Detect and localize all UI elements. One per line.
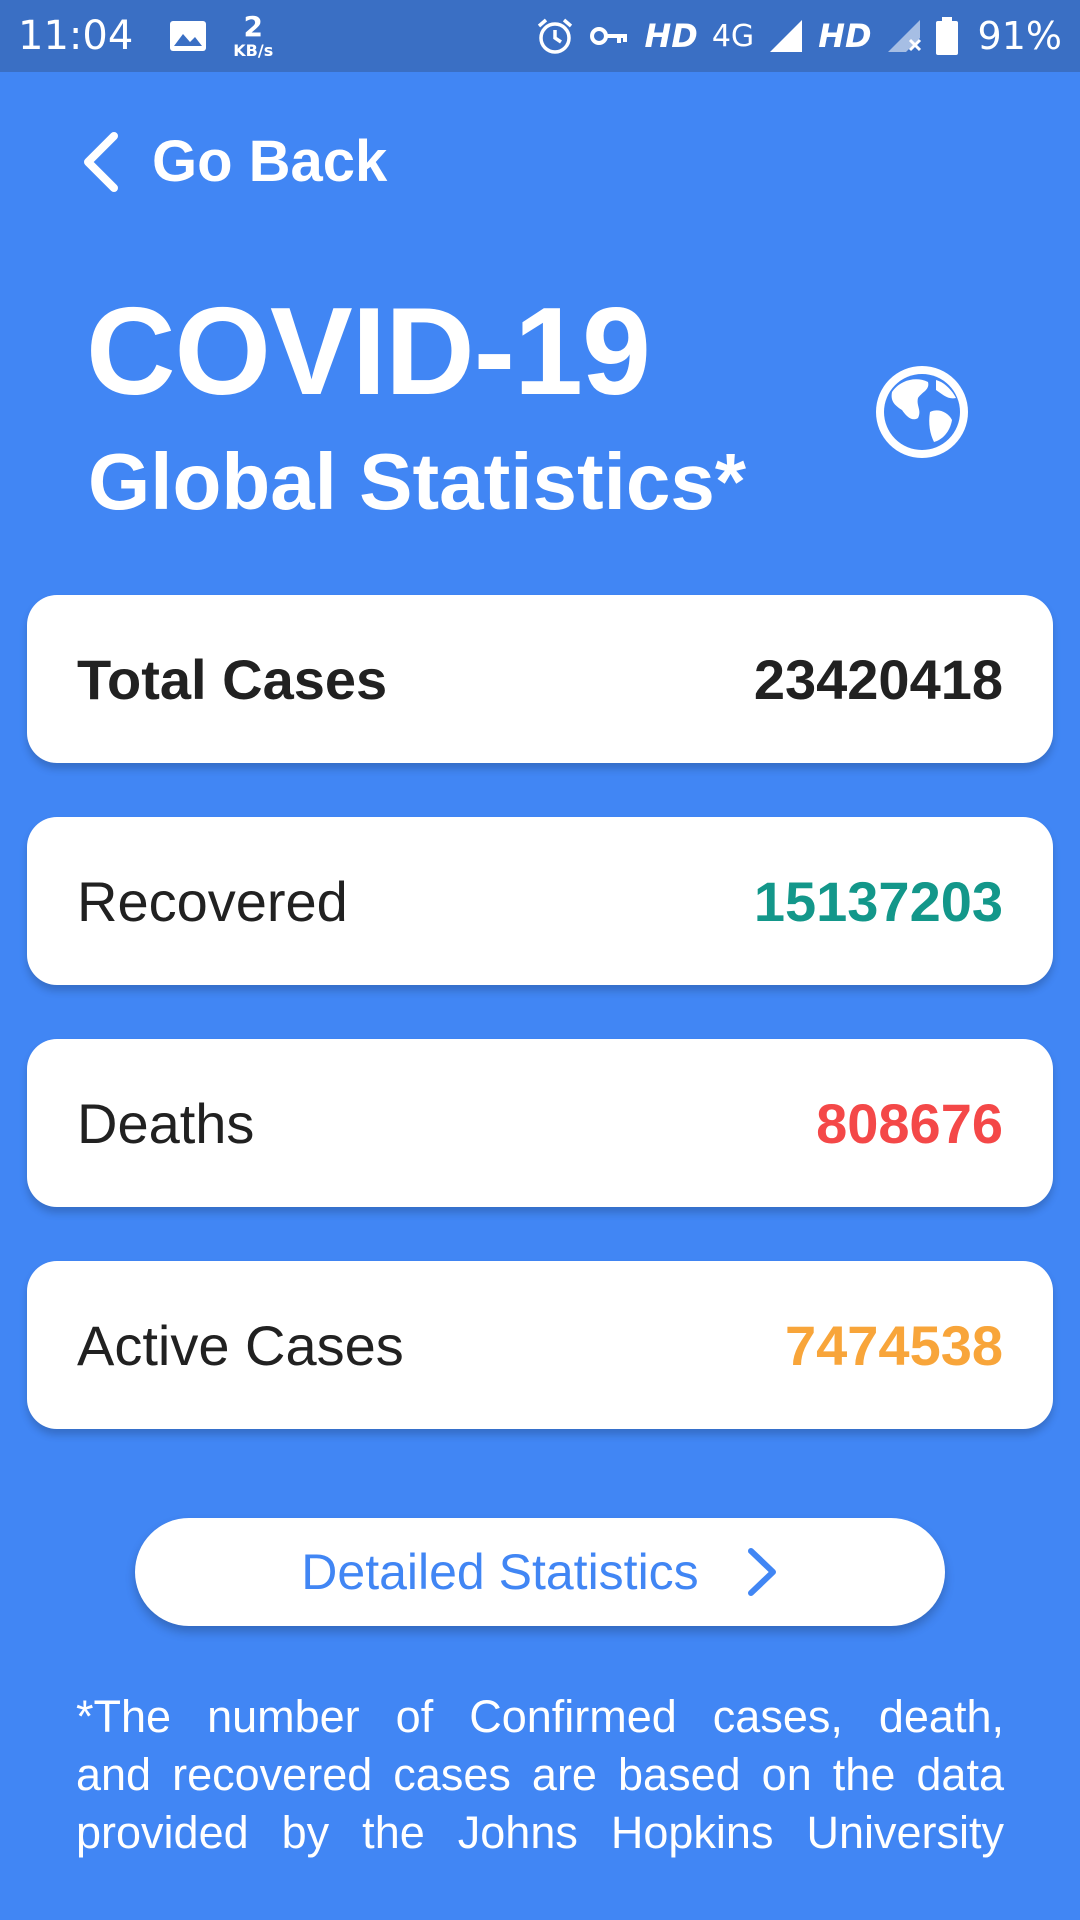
hd-indicator-2: HD: [818, 17, 872, 55]
stat-label: Total Cases: [77, 647, 388, 711]
image-notification-icon: [170, 21, 207, 51]
stat-card-recovered: Recovered 15137203: [27, 817, 1053, 985]
stat-card-total-cases: Total Cases 23420418: [27, 595, 1053, 763]
page-subtitle: Global Statistics*: [88, 437, 746, 526]
battery-icon: [935, 17, 958, 55]
network-type: 4G: [711, 18, 755, 54]
chevron-right-icon: [747, 1548, 776, 1596]
detailed-statistics-button[interactable]: Detailed Statistics: [135, 1518, 945, 1626]
stat-label: Deaths: [77, 1091, 255, 1155]
stat-value: 15137203: [753, 869, 1003, 933]
go-back-label: Go Back: [152, 129, 388, 194]
globe-icon: [876, 366, 968, 458]
footnote: *The number of Confirmed cases, death, a…: [76, 1688, 1004, 1862]
signal-no-service-icon: [887, 20, 921, 52]
signal-icon: [770, 20, 803, 52]
hd-indicator: HD: [644, 17, 698, 55]
status-time: 11:04: [18, 13, 134, 59]
page-title: COVID-19: [86, 283, 651, 421]
stat-label: Active Cases: [77, 1313, 404, 1377]
footnote-line: and recovered cases are based on the dat…: [76, 1749, 1004, 1800]
go-back-button[interactable]: Go Back: [78, 128, 387, 195]
stat-card-deaths: Deaths 808676: [27, 1039, 1053, 1207]
stat-label: Recovered: [77, 869, 348, 933]
footnote-line: provided by the Johns Hopkins University: [76, 1807, 1004, 1858]
status-bar: 11:04 2 KB/s HD 4G HD 91%: [0, 0, 1080, 72]
footnote-line: *The number of Confirmed cases, death,: [76, 1691, 1004, 1742]
vpn-key-icon: [589, 27, 627, 45]
alarm-icon: [537, 18, 572, 54]
stat-value: 23420418: [753, 647, 1003, 711]
chevron-left-icon: [84, 131, 118, 192]
battery-percentage: 91%: [977, 14, 1062, 58]
stat-card-active-cases: Active Cases 7474538: [27, 1261, 1053, 1429]
network-speed: 2 KB/s: [233, 10, 274, 60]
detailed-statistics-label: Detailed Statistics: [301, 1544, 699, 1600]
stat-value: 7474538: [784, 1313, 1003, 1377]
stat-value: 808676: [816, 1091, 1003, 1155]
